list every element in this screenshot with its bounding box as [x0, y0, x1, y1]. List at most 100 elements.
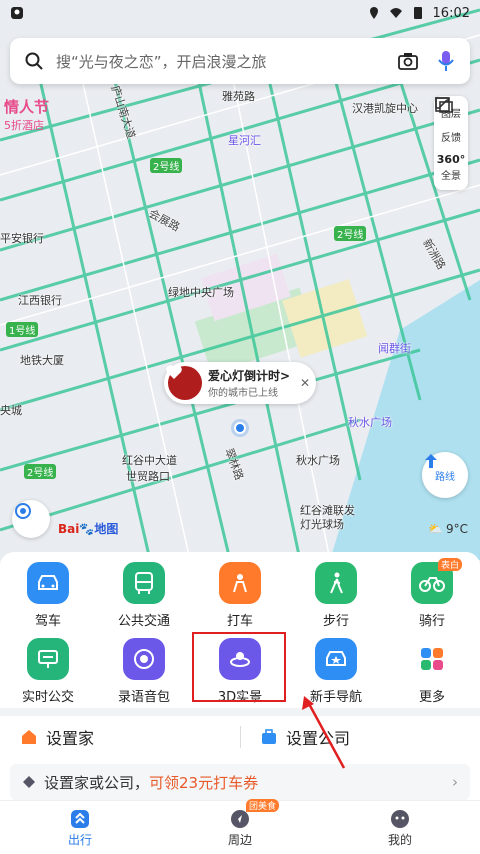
tab-travel[interactable]: 出行 — [0, 801, 160, 854]
set-home-button[interactable]: 设置家 — [0, 725, 240, 749]
drive-label: 驾车 — [34, 614, 61, 629]
baidu-map-logo: Bai🐾地图 — [58, 522, 119, 536]
weather-icon: ⛅ — [428, 522, 443, 536]
wifi-icon — [389, 8, 402, 18]
heart-light-bubble[interactable]: 爱心灯倒计时> 你的城市已上线 ✕ — [164, 362, 316, 404]
taxi-button[interactable]: 打车 — [192, 562, 288, 638]
close-icon[interactable]: ✕ — [300, 376, 310, 390]
poi-label[interactable]: 地铁大厦 — [20, 352, 64, 368]
tab-mine[interactable]: 我的 — [320, 801, 480, 854]
poi-label[interactable]: 绿地中央广场 — [168, 284, 234, 300]
status-bar: 16:02 — [0, 0, 480, 26]
weather-temp: 9°C — [445, 522, 468, 536]
taxi-label: 打车 — [226, 614, 253, 629]
search-input[interactable]: 搜“光与夜之恋”，开启浪漫之旅 — [56, 51, 396, 72]
annotation-arrow-icon — [302, 696, 346, 769]
tab-nearby-label: 周边 — [227, 833, 252, 847]
coupon-diamond-icon — [23, 776, 35, 788]
poi-label[interactable]: 汉港凯旋中心 — [352, 100, 418, 116]
poi-label[interactable]: 星河汇 — [228, 132, 261, 148]
locate-button[interactable] — [12, 500, 50, 538]
feedback-icon — [435, 97, 450, 112]
heart-icon — [166, 365, 202, 400]
battery-icon — [413, 7, 422, 19]
route-button[interactable]: 路线 — [422, 452, 468, 498]
highlight-box — [192, 632, 286, 702]
logo-text-map: 地图 — [94, 522, 119, 536]
poi-label[interactable]: 央城 — [0, 402, 22, 418]
nearby-badge: 团美食 — [246, 799, 280, 812]
status-time: 16:02 — [432, 5, 470, 21]
walk-button[interactable]: 步行 — [288, 562, 384, 638]
poi-label[interactable]: 雅苑路 — [222, 88, 255, 104]
coupon-highlight: 可领23元打车券 — [149, 773, 259, 792]
poi-label[interactable]: 江西银行 — [18, 292, 62, 308]
chevron-right-icon: › — [452, 773, 458, 791]
panorama-label: 全景 — [441, 171, 461, 182]
poi-label[interactable]: 秋水广场 — [296, 452, 340, 468]
voice-pack-icon — [123, 638, 165, 680]
car-icon — [27, 562, 69, 604]
bus-icon — [123, 562, 165, 604]
realtime-bus-icon — [27, 638, 69, 680]
realtime-bus-button[interactable]: 实时公交 — [0, 638, 96, 714]
cycle-label: 骑行 — [418, 614, 445, 629]
voice-pack-label: 录语音包 — [117, 690, 170, 705]
panorama-360-icon: 360° — [436, 153, 466, 166]
feedback-button[interactable]: 反馈 — [435, 97, 461, 148]
voice-assistant-icon[interactable] — [434, 49, 458, 73]
beginner-nav-icon — [315, 638, 357, 680]
coupon-banner[interactable]: 设置家或公司， 可领23元打车券 › — [10, 764, 470, 800]
promo-title: 情人节 — [4, 98, 50, 116]
more-label: 更多 — [418, 690, 445, 705]
app-notification-icon — [11, 7, 23, 19]
more-grid-icon — [411, 638, 453, 680]
camera-icon[interactable] — [396, 49, 420, 73]
location-status-icon — [369, 7, 378, 19]
map-tool-column: 图层 反馈 360° 全景 — [434, 96, 468, 190]
coupon-text: 设置家或公司， — [44, 773, 150, 792]
bubble-subtitle: 你的城市已上线 — [208, 388, 278, 399]
walk-icon — [315, 562, 357, 604]
set-home-label: 设置家 — [46, 729, 95, 748]
home-company-row: 设置家 设置公司 — [0, 718, 480, 756]
valentine-promo-badge[interactable]: 情人节 5折酒店 — [4, 96, 60, 140]
tab-travel-label: 出行 — [67, 833, 92, 847]
public-transit-button[interactable]: 公共交通 — [96, 562, 192, 638]
tab-nearby[interactable]: 周边 团美食 — [160, 799, 320, 854]
search-bar[interactable]: 搜“光与夜之恋”，开启浪漫之旅 — [10, 38, 470, 84]
cycle-badge: 表白 — [437, 558, 462, 571]
poi-label[interactable]: 红谷中大道 — [122, 452, 177, 468]
panorama-button[interactable]: 360° 全景 — [437, 148, 465, 186]
travel-tab-icon — [71, 810, 89, 828]
bottom-tab-bar: 出行 周边 团美食 我的 — [0, 799, 480, 854]
cycle-button[interactable]: 骑行 表白 — [384, 558, 480, 638]
weather-widget[interactable]: ⛅ 9°C — [428, 522, 468, 536]
app-root: 情人节 5折酒店 雅苑路 汉港凯旋中心 星河汇 平安银行 江西银行 绿地中央广场… — [0, 0, 480, 854]
tab-mine-label: 我的 — [387, 833, 412, 847]
profile-icon — [391, 810, 409, 828]
metro-line-tag: 1号线 — [6, 322, 39, 337]
feedback-label: 反馈 — [441, 133, 461, 144]
walk-label: 步行 — [322, 614, 349, 629]
row-divider — [240, 726, 241, 748]
poi-label[interactable]: 世贸路口 — [126, 468, 170, 484]
poi-label[interactable]: 灯光球场 — [300, 516, 344, 532]
more-button[interactable]: 更多 — [384, 638, 480, 714]
metro-line-tag: 2号线 — [334, 226, 367, 241]
logo-text: Bai — [58, 522, 80, 536]
poi-label[interactable]: 秋水广场 — [348, 414, 392, 430]
realtime-bus-label: 实时公交 — [21, 690, 74, 705]
set-company-button[interactable]: 设置公司 — [240, 725, 480, 749]
drive-button[interactable]: 驾车 — [0, 562, 96, 638]
search-icon — [22, 49, 46, 73]
voice-pack-button[interactable]: 录语音包 — [96, 638, 192, 714]
map-view[interactable]: 情人节 5折酒店 雅苑路 汉港凯旋中心 星河汇 平安银行 江西银行 绿地中央广场… — [0, 0, 480, 560]
route-arrow-icon — [425, 454, 437, 468]
public-transit-label: 公共交通 — [117, 614, 170, 629]
poi-label[interactable]: 平安银行 — [0, 230, 44, 246]
poi-label[interactable]: 闻群街 — [378, 340, 411, 356]
bubble-title: 爱心灯倒计时> — [208, 369, 291, 383]
locate-icon — [15, 503, 31, 519]
section-divider — [0, 708, 480, 716]
